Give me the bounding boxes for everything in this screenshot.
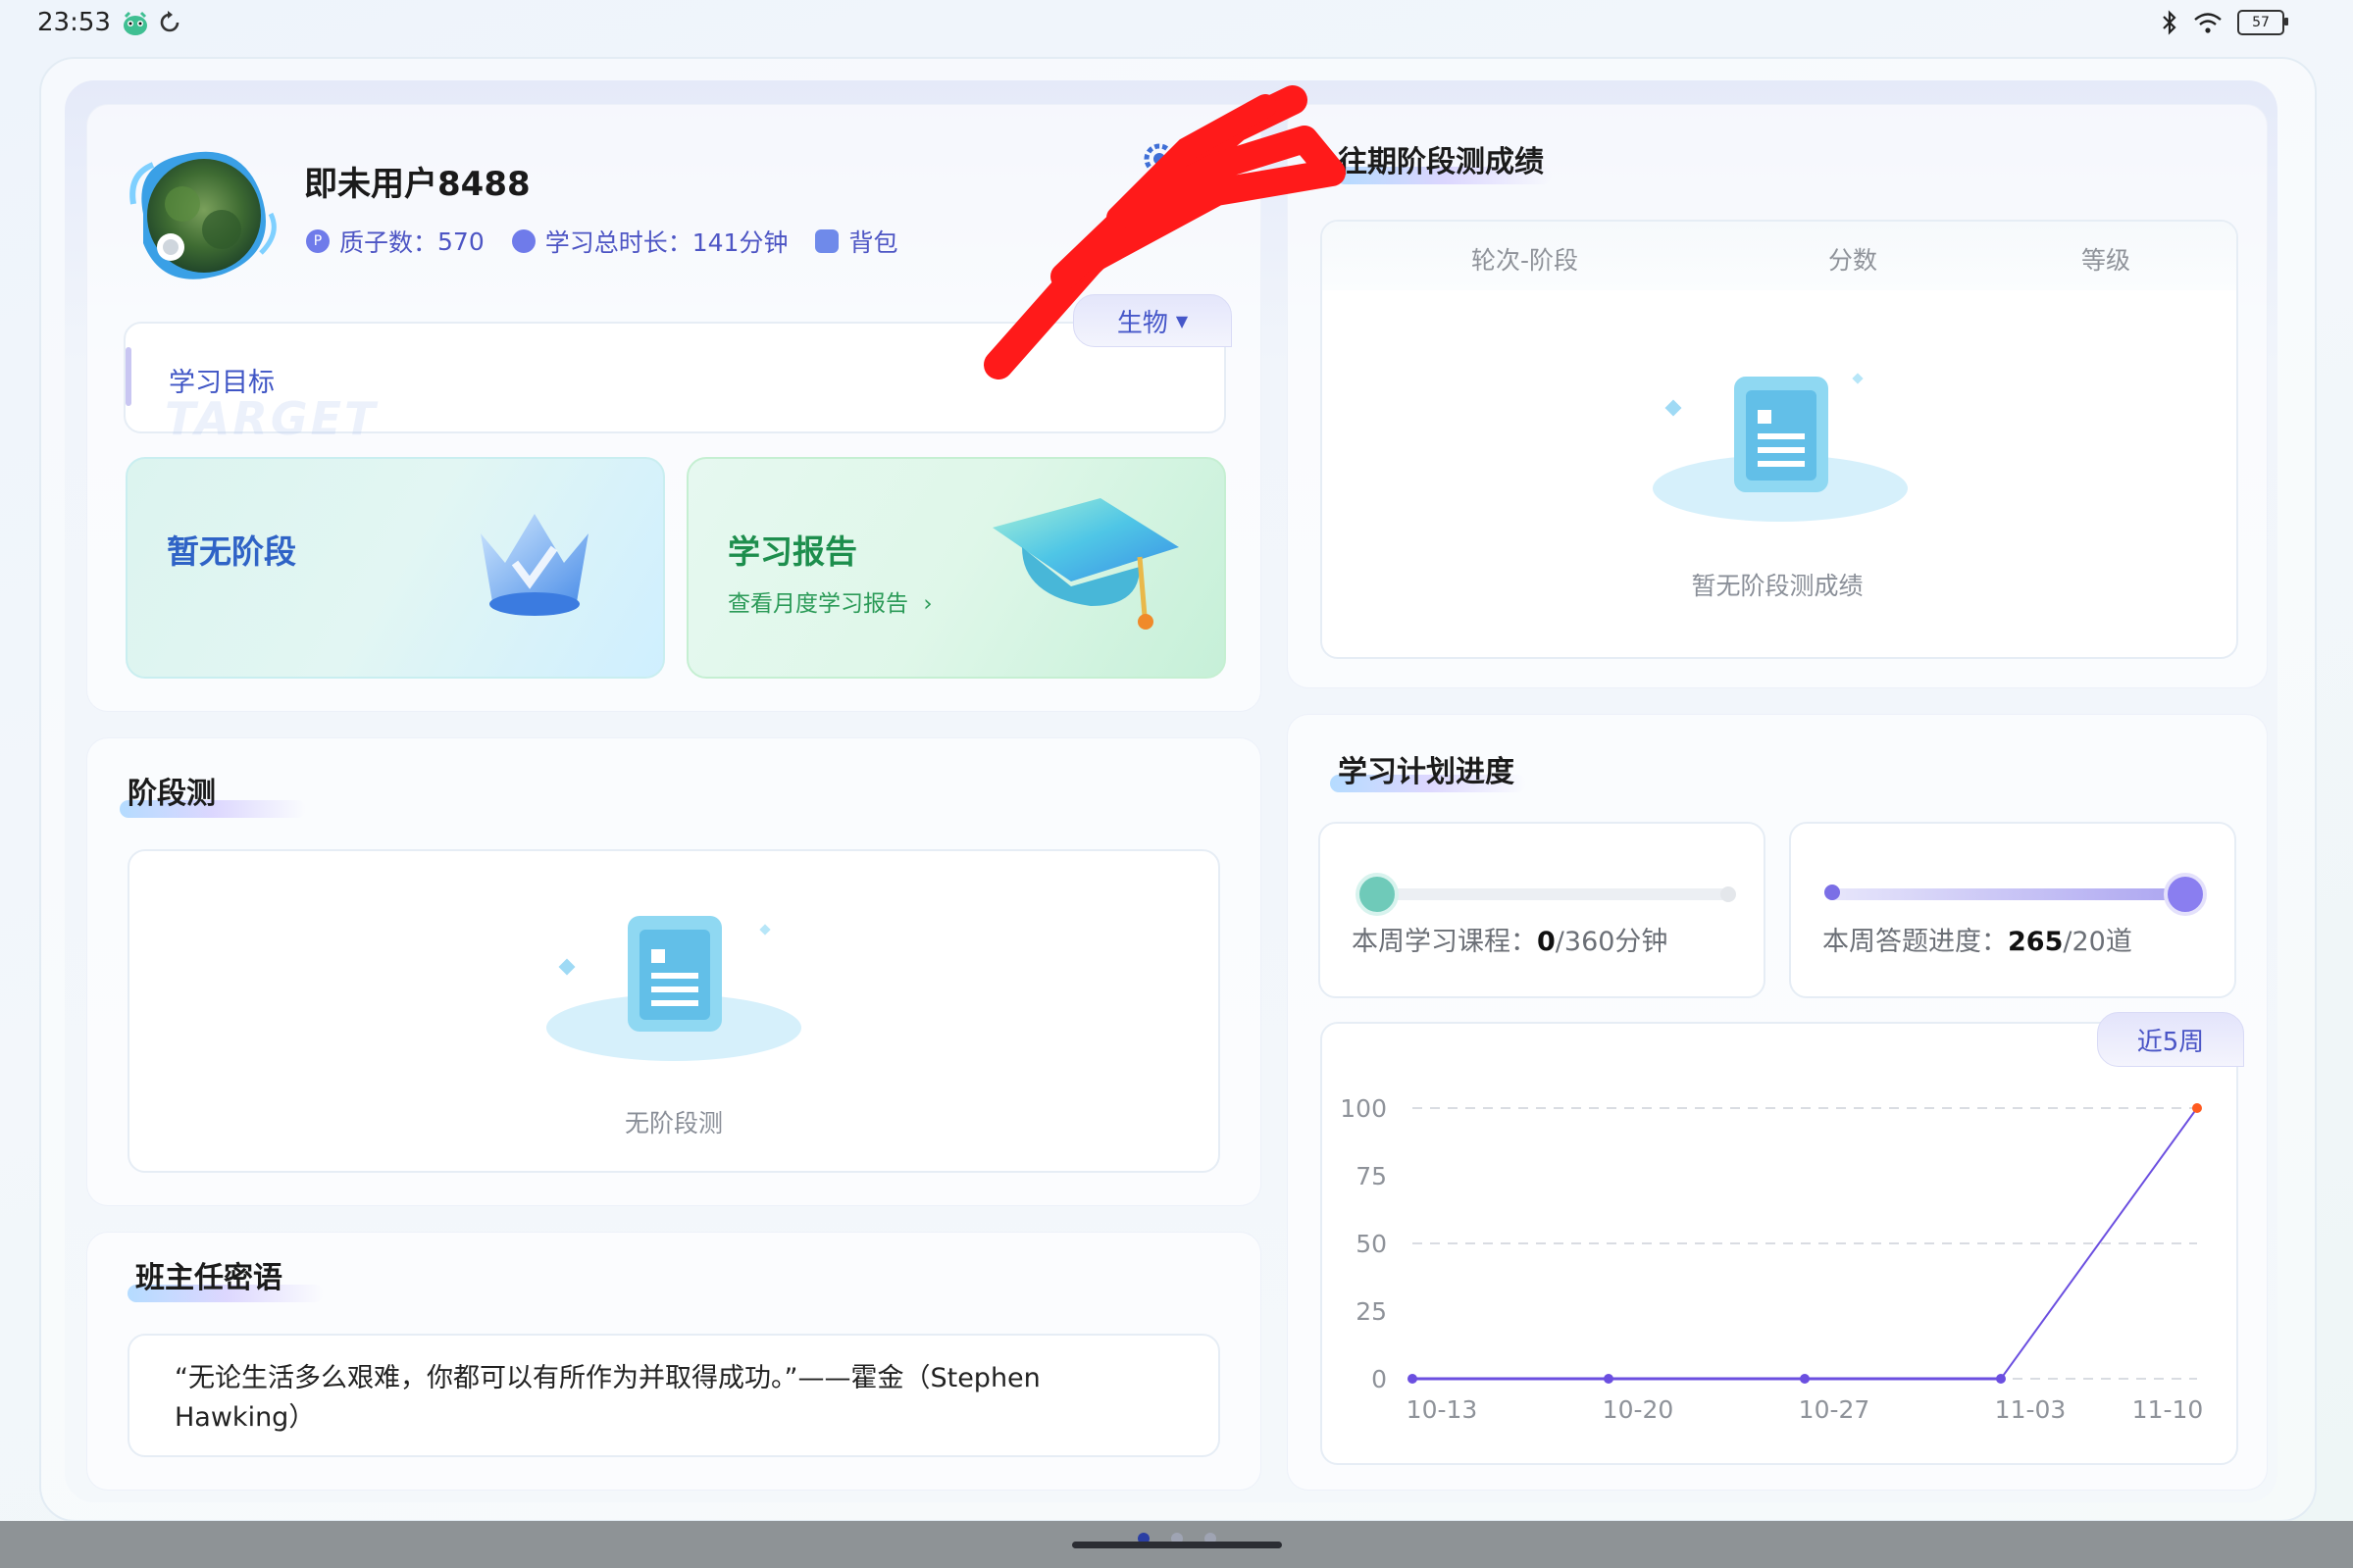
subject-label: 生物 bbox=[1116, 308, 1168, 338]
quantum-label: 质子数： bbox=[339, 228, 438, 257]
home-indicator[interactable] bbox=[1072, 1542, 1282, 1548]
course-progress-text: 本周学习课程：0/360分钟 bbox=[1352, 920, 1667, 958]
duration-value: 141分钟 bbox=[691, 228, 789, 257]
goal-accent-bar bbox=[126, 347, 131, 406]
duration-stat: 学习总时长： 141分钟 bbox=[511, 224, 789, 259]
username: 即未用户8488 bbox=[304, 165, 531, 204]
x-tick-label: 10-20 bbox=[1603, 1395, 1674, 1424]
status-time: 23:53 bbox=[37, 8, 111, 37]
x-tick-label: 10-13 bbox=[1407, 1395, 1478, 1424]
study-plan-title: 学习计划进度 bbox=[1338, 755, 1514, 789]
range-tab-5-weeks[interactable]: 近5周 bbox=[2097, 1012, 2244, 1067]
course-progress-track bbox=[1356, 888, 1728, 900]
course-track-end bbox=[1720, 886, 1736, 902]
col-score: 分数 bbox=[1828, 246, 1878, 275]
quiz-progress-icon bbox=[2164, 873, 2207, 916]
weekly-line-chart: 100 75 50 25 0 10-13 10-20 10-27 11-03 11-10 bbox=[1340, 1094, 2204, 1424]
backpack-icon bbox=[815, 229, 840, 253]
quiz-progress-fill bbox=[1826, 888, 2199, 900]
bluetooth-icon bbox=[2163, 10, 2176, 35]
y-tick-label: 25 bbox=[1356, 1297, 1387, 1326]
battery-icon: 57 bbox=[2237, 10, 2288, 35]
goal-watermark: TARGET bbox=[165, 392, 379, 445]
course-progress-value: 0 bbox=[1537, 927, 1556, 957]
chevron-right-icon: › bbox=[923, 591, 933, 617]
avatar[interactable] bbox=[124, 145, 279, 284]
app-mascot-icon bbox=[124, 11, 147, 35]
study-goal-panel[interactable]: 学习目标 TARGET bbox=[124, 322, 1226, 445]
course-progress-icon bbox=[1356, 873, 1399, 916]
stage-card-title: 暂无阶段 bbox=[167, 532, 296, 571]
quantum-stat: P 质子数： 570 bbox=[306, 224, 485, 259]
subject-dropdown[interactable]: 生物 ▼ bbox=[1073, 294, 1232, 347]
quiz-progress-label: 本周答题进度： bbox=[1822, 927, 2008, 957]
col-round-stage: 轮次-阶段 bbox=[1471, 246, 1579, 275]
y-tick-label: 100 bbox=[1340, 1094, 1387, 1123]
data-point bbox=[2192, 1103, 2202, 1113]
data-point bbox=[1996, 1374, 2006, 1384]
quiz-progress-total: /20道 bbox=[2063, 927, 2132, 957]
quiz-progress-value: 265 bbox=[2008, 927, 2064, 957]
monthly-report-link-label: 查看月度学习报告 bbox=[728, 591, 908, 617]
settings-gear-icon[interactable] bbox=[1142, 141, 1177, 177]
monthly-report-link[interactable]: 查看月度学习报告 › bbox=[728, 584, 933, 618]
past-scores-table-header: 轮次-阶段 分数 等级 bbox=[1322, 222, 2236, 290]
study-report-card[interactable]: 学习报告 查看月度学习报告 › bbox=[687, 457, 1226, 679]
profile-stats: P 质子数： 570 学习总时长： 141分钟 背包 bbox=[306, 224, 925, 259]
chevron-down-icon: ▼ bbox=[1175, 311, 1189, 330]
past-scores-empty-label: 暂无阶段测成绩 bbox=[1691, 572, 1864, 600]
weekly-chart-panel: 100 75 50 25 0 10-13 10-20 10-27 11-03 11-10 bbox=[1320, 1022, 2238, 1465]
y-tick-label: 75 bbox=[1356, 1162, 1387, 1190]
data-point bbox=[1407, 1374, 1417, 1384]
stage-test-empty-label: 无阶段测 bbox=[624, 1109, 723, 1138]
course-progress-label: 本周学习课程： bbox=[1352, 927, 1537, 957]
quiz-track-start bbox=[1824, 885, 1840, 900]
range-tab-label: 近5周 bbox=[2136, 1027, 2205, 1057]
backpack-link[interactable]: 背包 bbox=[815, 224, 897, 259]
quiz-progress-text: 本周答题进度：265/20道 bbox=[1822, 920, 2132, 958]
stage-card[interactable]: 暂无阶段 bbox=[126, 457, 665, 679]
report-card-title: 学习报告 bbox=[728, 532, 857, 571]
empty-clipboard-icon bbox=[546, 916, 801, 1061]
teacher-quote-panel: “无论生活多么艰难，你都可以有所作为并取得成功。”——霍金（Stephen Ha… bbox=[128, 1334, 1220, 1457]
empty-clipboard-icon bbox=[1653, 373, 1908, 522]
col-grade: 等级 bbox=[2081, 246, 2131, 275]
past-scores-title: 往期阶段测成绩 bbox=[1338, 145, 1544, 179]
data-point bbox=[1604, 1374, 1613, 1384]
battery-level: 57 bbox=[2252, 15, 2270, 30]
duration-label: 学习总时长： bbox=[544, 228, 692, 257]
graduation-cap-icon bbox=[993, 498, 1179, 630]
stage-test-title: 阶段测 bbox=[128, 777, 216, 811]
x-tick-label: 11-10 bbox=[2132, 1395, 2204, 1424]
backpack-label: 背包 bbox=[848, 228, 898, 257]
quantum-value: 570 bbox=[437, 227, 485, 256]
sync-icon bbox=[160, 11, 179, 32]
y-tick-label: 50 bbox=[1356, 1230, 1387, 1258]
teacher-message-title: 班主任密语 bbox=[135, 1261, 282, 1295]
weekly-quiz-progress: 本周答题进度：265/20道 bbox=[1789, 822, 2236, 998]
quiz-progress-track bbox=[1826, 888, 2199, 900]
x-tick-label: 11-03 bbox=[1995, 1395, 2067, 1424]
quantum-icon: P bbox=[306, 229, 330, 253]
teacher-quote: “无论生活多么艰难，你都可以有所作为并取得成功。”——霍金（Stephen Ha… bbox=[175, 1363, 1041, 1433]
x-tick-label: 10-27 bbox=[1799, 1395, 1870, 1424]
wifi-icon bbox=[2194, 13, 2222, 33]
stage-test-panel: 无阶段测 bbox=[128, 849, 1220, 1173]
weekly-course-progress: 本周学习课程：0/360分钟 bbox=[1318, 822, 1765, 998]
clock-icon bbox=[511, 229, 536, 253]
crown-icon bbox=[481, 514, 588, 616]
y-tick-label: 0 bbox=[1371, 1365, 1387, 1393]
course-progress-total: /360分钟 bbox=[1555, 927, 1668, 957]
status-bar: 23:53 57 bbox=[0, 0, 2353, 51]
data-point bbox=[1800, 1374, 1810, 1384]
